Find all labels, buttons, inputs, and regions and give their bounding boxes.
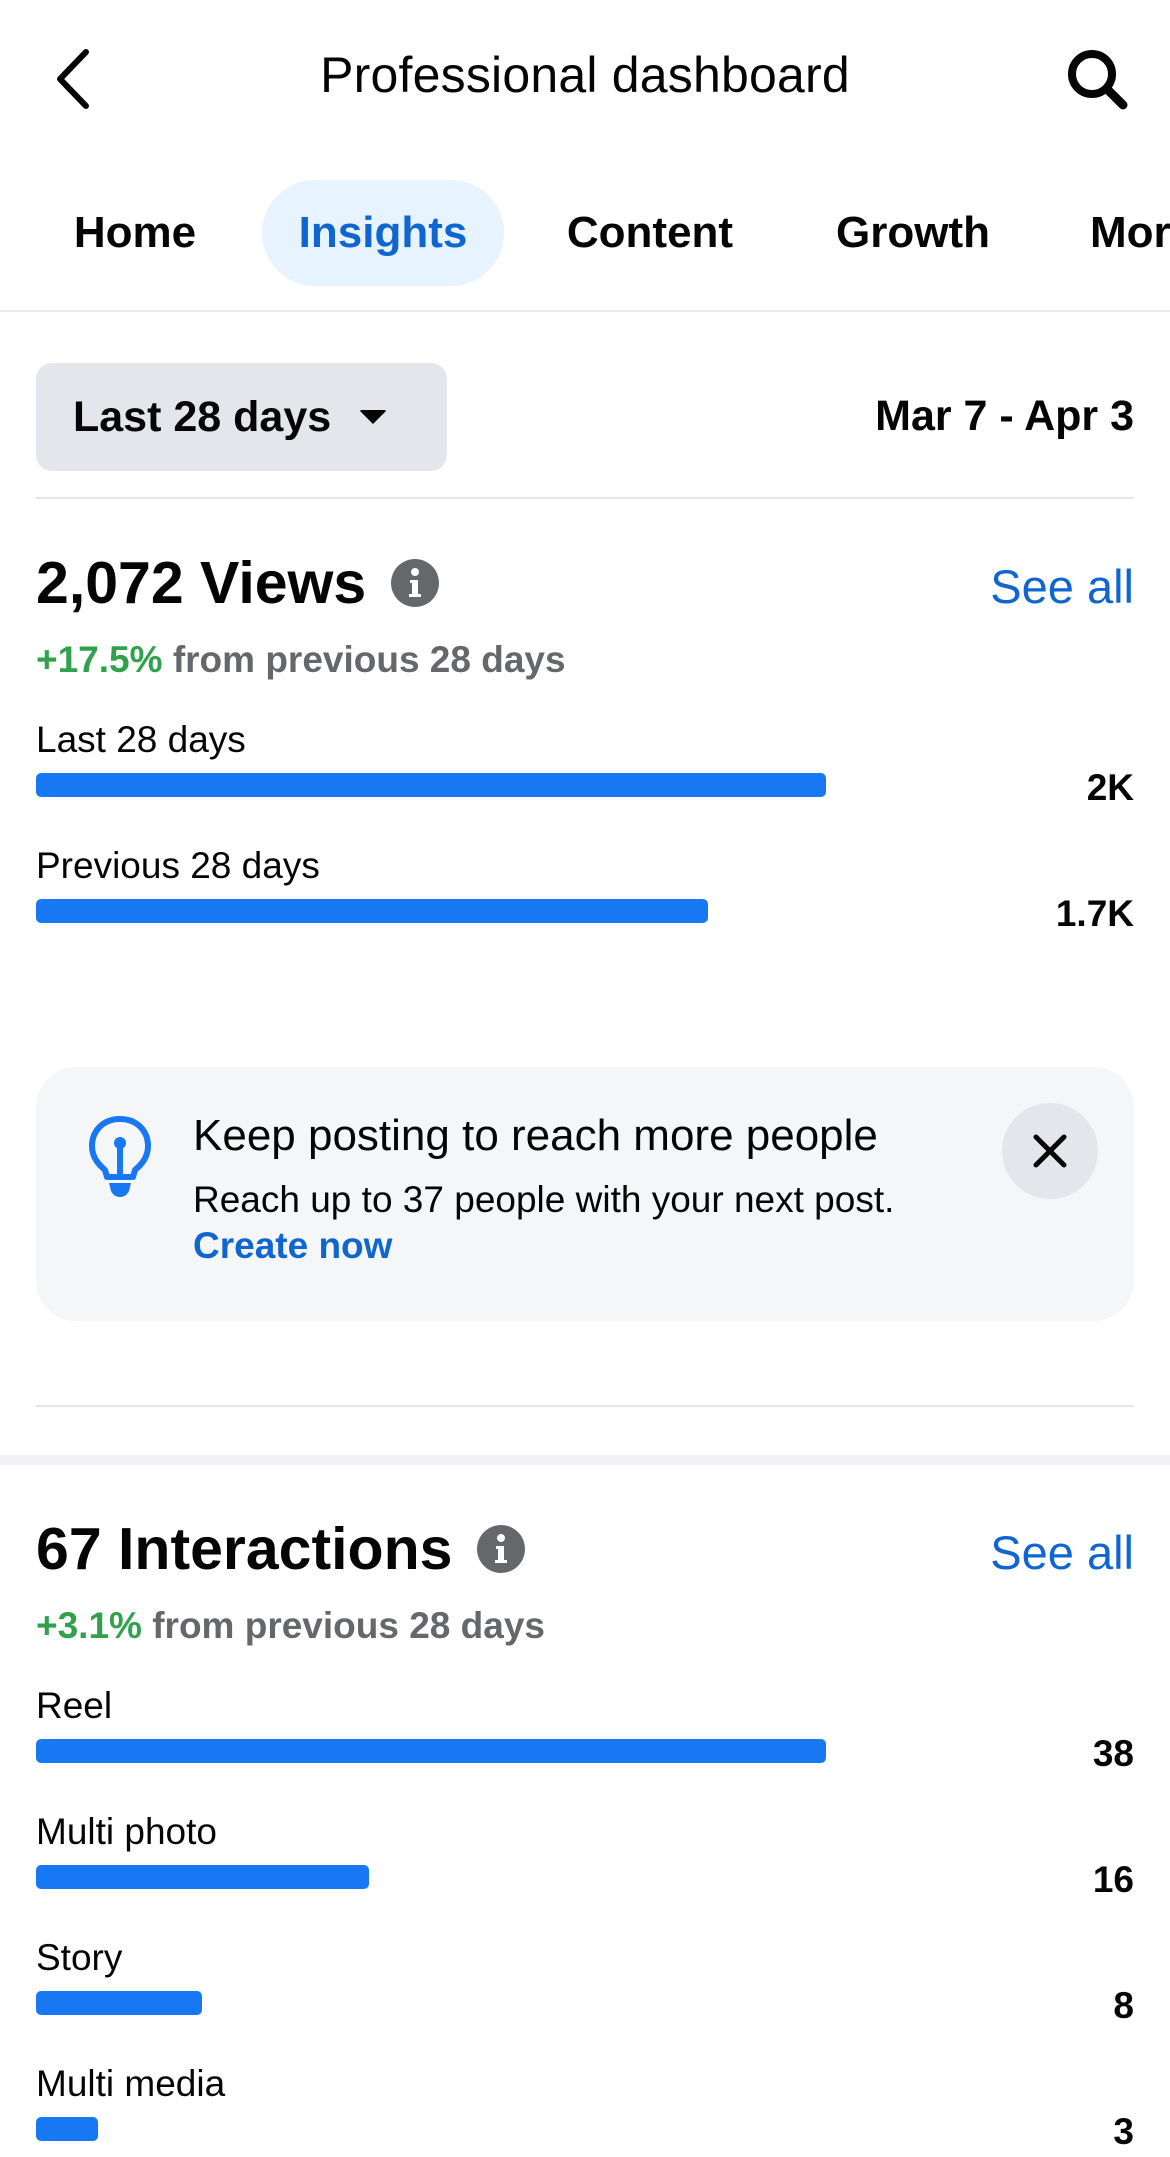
tab-home[interactable]: Home bbox=[38, 180, 232, 286]
bar-track bbox=[36, 899, 826, 923]
info-icon[interactable] bbox=[476, 1524, 526, 1574]
bar-row: Reel 38 bbox=[36, 1685, 1134, 1811]
tab-more[interactable]: Mor bbox=[1060, 180, 1170, 286]
views-title-wrap: 2,072 Views bbox=[36, 549, 440, 617]
date-range-dropdown-label: Last 28 days bbox=[73, 392, 332, 441]
views-delta-percent: +17.5% bbox=[36, 639, 163, 680]
bar-label: Previous 28 days bbox=[36, 845, 320, 886]
bar-fill bbox=[36, 1991, 203, 2015]
bar-fill bbox=[36, 773, 826, 797]
views-delta: +17.5% from previous 28 days bbox=[36, 639, 1134, 681]
info-icon[interactable] bbox=[390, 558, 440, 608]
tab-growth[interactable]: Growth bbox=[808, 180, 1018, 286]
bar-track bbox=[36, 2117, 826, 2141]
bar-track bbox=[36, 1865, 826, 1889]
interactions-section: 67 Interactions See all +3.1% from previ… bbox=[36, 1465, 1134, 2157]
bar-value: 16 bbox=[1092, 1859, 1134, 1900]
dismiss-tip-button[interactable] bbox=[1002, 1103, 1098, 1199]
bar-fill bbox=[36, 1865, 369, 1889]
date-range-dropdown[interactable]: Last 28 days bbox=[36, 363, 447, 471]
bar-value: 1.7K bbox=[1055, 893, 1134, 934]
date-filter-row: Last 28 days Mar 7 - Apr 3 bbox=[36, 312, 1134, 499]
bar-row: Story 8 bbox=[36, 1937, 1134, 2063]
bar-track bbox=[36, 1739, 826, 1763]
bar-row: Multi media 3 bbox=[36, 2063, 1134, 2157]
search-icon bbox=[1068, 50, 1128, 110]
bar-value: 2K bbox=[1086, 767, 1134, 808]
bar-row: Previous 28 days 1.7K bbox=[36, 845, 1134, 971]
interactions-delta: +3.1% from previous 28 days bbox=[36, 1605, 1134, 1647]
bar-label: Last 28 days bbox=[36, 719, 246, 760]
interactions-title: 67 Interactions bbox=[36, 1516, 453, 1582]
posting-tip-card: Keep posting to reach more people Reach … bbox=[36, 1067, 1134, 1321]
interactions-title-wrap: 67 Interactions bbox=[36, 1515, 526, 1583]
bar-value: 8 bbox=[1113, 1985, 1134, 2026]
tip-body-wrap: Reach up to 37 people with your next pos… bbox=[193, 1177, 953, 1269]
section-divider bbox=[0, 1455, 1170, 1465]
page-title: Professional dashboard bbox=[320, 47, 850, 103]
create-now-link[interactable]: Create now bbox=[193, 1225, 392, 1266]
bar-row: Last 28 days 2K bbox=[36, 719, 1134, 845]
views-section: 2,072 Views See all +17.5% from previous… bbox=[36, 499, 1134, 971]
bar-label: Multi media bbox=[36, 2063, 226, 2104]
views-delta-text: from previous 28 days bbox=[172, 639, 566, 680]
bar-fill bbox=[36, 899, 709, 923]
bar-fill bbox=[36, 1739, 826, 1763]
bar-value: 38 bbox=[1092, 1733, 1134, 1774]
tip-title: Keep posting to reach more people bbox=[193, 1111, 878, 1160]
top-bar: Professional dashboard bbox=[0, 0, 1170, 158]
bar-track bbox=[36, 1991, 826, 2015]
interactions-header: 67 Interactions See all bbox=[36, 1515, 1134, 1605]
close-icon bbox=[1033, 1134, 1067, 1168]
caret-down-icon bbox=[359, 410, 388, 424]
bar-value: 3 bbox=[1113, 2111, 1134, 2152]
tip-body: Reach up to 37 people with your next pos… bbox=[193, 1179, 895, 1220]
bar-row: Multi photo 16 bbox=[36, 1811, 1134, 1937]
tab-content[interactable]: Content bbox=[540, 180, 760, 286]
interactions-see-all-link[interactable]: See all bbox=[990, 1525, 1134, 1580]
date-range-text: Mar 7 - Apr 3 bbox=[875, 392, 1134, 440]
lightbulb-icon bbox=[89, 1116, 151, 1197]
professional-dashboard-screen: Professional dashboard Home Insights Con… bbox=[0, 0, 1170, 2157]
bar-label: Multi photo bbox=[36, 1811, 217, 1852]
dashboard-tabs: Home Insights Content Growth Mor bbox=[0, 158, 1170, 312]
views-see-all-link[interactable]: See all bbox=[990, 559, 1134, 614]
bar-label: Reel bbox=[36, 1685, 113, 1726]
views-title: 2,072 Views bbox=[36, 550, 367, 616]
interactions-delta-percent: +3.1% bbox=[36, 1605, 142, 1646]
tab-insights[interactable]: Insights bbox=[262, 180, 504, 286]
views-header: 2,072 Views See all bbox=[36, 549, 1134, 639]
interactions-delta-text: from previous 28 days bbox=[152, 1605, 545, 1646]
bar-track bbox=[36, 773, 826, 797]
insights-content: Last 28 days Mar 7 - Apr 3 2,072 Views S… bbox=[0, 312, 1170, 2157]
search-button[interactable] bbox=[1062, 44, 1132, 114]
bar-label: Story bbox=[36, 1937, 123, 1978]
bar-fill bbox=[36, 2117, 99, 2141]
